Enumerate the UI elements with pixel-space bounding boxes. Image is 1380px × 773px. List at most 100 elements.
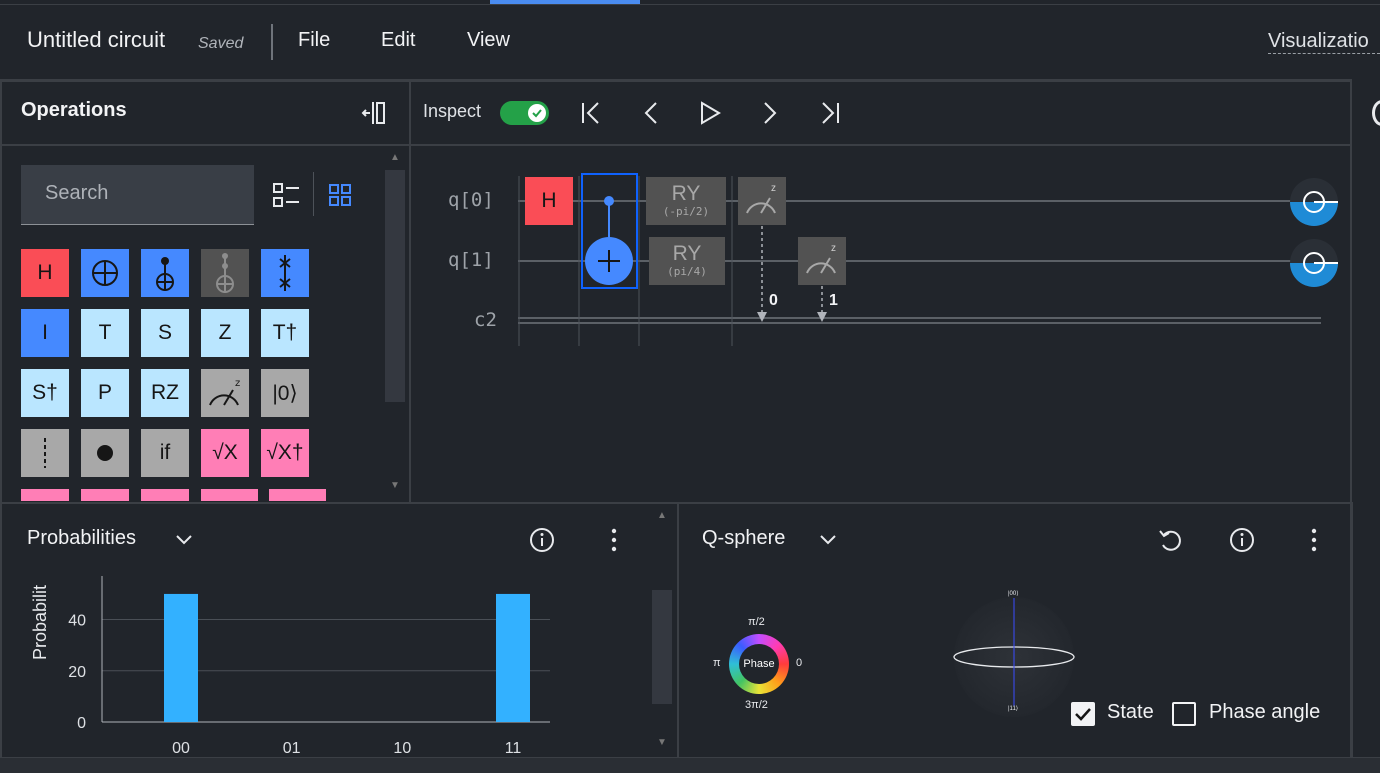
probabilities-dropdown-icon[interactable] <box>172 528 196 552</box>
state-checkbox-label[interactable]: State <box>1107 701 1154 724</box>
measure-bit-0: 0 <box>769 292 778 309</box>
gate-rz-label: RZ <box>151 381 179 404</box>
gate-if-label: if <box>159 441 171 464</box>
step-last-icon[interactable] <box>817 99 843 127</box>
menu-view[interactable]: View <box>467 29 510 52</box>
gate-p-label: P <box>97 381 112 404</box>
step-forward-icon[interactable] <box>757 99 783 127</box>
operations-scrollbar[interactable] <box>385 170 405 402</box>
gate-row5-4[interactable] <box>201 489 258 501</box>
gate-s[interactable]: S <box>141 309 189 357</box>
step-back-icon[interactable] <box>638 99 664 127</box>
phase-wheel: Phase <box>729 634 789 694</box>
phase-angle-checkbox[interactable] <box>1172 702 1196 726</box>
gate-sxdg-label: √X† <box>266 441 304 464</box>
probabilities-ylabel: Probabilit <box>30 584 50 660</box>
qsphere-visual[interactable] <box>950 590 1080 720</box>
gate-sdg[interactable]: S† <box>21 369 69 417</box>
circuit-measure-0[interactable] <box>738 177 786 225</box>
gate-cnot[interactable] <box>81 249 129 297</box>
title-divider <box>271 24 273 60</box>
qsphere-title[interactable]: Q-sphere <box>702 527 785 550</box>
scroll-up-icon[interactable]: ▲ <box>390 152 400 163</box>
info-icon[interactable] <box>1228 526 1256 554</box>
state-top-label: |00⟩ <box>1008 591 1019 597</box>
scroll-down-icon[interactable]: ▼ <box>390 480 400 491</box>
gate-if[interactable]: if <box>141 429 189 477</box>
circuit-cnot[interactable] <box>583 190 635 286</box>
cnot-target-icon <box>92 260 118 286</box>
menu-file[interactable]: File <box>298 29 330 52</box>
scroll-up-icon[interactable]: ▲ <box>657 510 667 521</box>
play-icon[interactable] <box>697 99 723 127</box>
gate-control[interactable] <box>81 429 129 477</box>
gate-tdg[interactable]: T† <box>261 309 309 357</box>
gate-rz[interactable]: RZ <box>141 369 189 417</box>
circuit-title[interactable]: Untitled circuit <box>27 27 165 53</box>
measure-1-basis: z <box>831 243 836 254</box>
search-input[interactable] <box>43 181 247 206</box>
probabilities-title[interactable]: Probabilities <box>27 527 136 550</box>
phase-angle-checkbox-label[interactable]: Phase angle <box>1209 701 1320 724</box>
gate-z[interactable]: Z <box>201 309 249 357</box>
gate-row5-2[interactable] <box>81 489 129 501</box>
info-icon[interactable] <box>528 526 556 554</box>
circuit-gate-ry-0[interactable]: RY (-pi/2) <box>646 177 726 225</box>
grid-view-icon[interactable] <box>324 180 356 210</box>
probabilities-scrollbar[interactable] <box>652 590 672 704</box>
view-toggle-divider <box>313 172 314 216</box>
list-view-icon[interactable] <box>268 180 304 210</box>
search-field[interactable] <box>21 165 254 225</box>
x-tick-label: 00 <box>172 740 190 757</box>
gate-p[interactable]: P <box>81 369 129 417</box>
phase-wheel-label: Phase <box>739 644 779 684</box>
gate-sdg-label: S† <box>32 381 58 404</box>
phase-left-label: π <box>713 657 721 669</box>
circuit-gate-ry-1[interactable]: RY (pi/4) <box>649 237 725 285</box>
gate-h[interactable]: H <box>21 249 69 297</box>
gate-toffoli[interactable] <box>201 249 249 297</box>
qubit-state-disc-1[interactable] <box>1289 238 1339 288</box>
phase-right-label: 0 <box>796 657 803 669</box>
x-tick-label: 01 <box>283 740 301 757</box>
qubit-state-disc-0[interactable] <box>1289 177 1339 227</box>
circuit-measure-1[interactable] <box>798 237 846 285</box>
step-first-icon[interactable] <box>578 99 604 127</box>
top-divider <box>0 4 1380 5</box>
barrier-icon <box>44 438 46 468</box>
gate-row5-5[interactable] <box>269 489 326 501</box>
gate-row5-1[interactable] <box>21 489 69 501</box>
ry-0-param: (-pi/2) <box>662 205 710 218</box>
gate-controlled[interactable] <box>141 249 189 297</box>
measure-icon <box>746 197 776 214</box>
reset-view-icon[interactable] <box>1156 526 1184 554</box>
gate-sxdg[interactable]: √X† <box>261 429 309 477</box>
gate-reset[interactable]: |0⟩ <box>261 369 309 417</box>
collapse-panel-icon[interactable] <box>360 100 388 126</box>
state-checkbox[interactable] <box>1071 702 1095 726</box>
gate-measure[interactable]: z <box>201 369 249 417</box>
gate-sx[interactable]: √X <box>201 429 249 477</box>
gate-i-label: I <box>42 321 48 344</box>
active-tab-indicator <box>490 0 640 4</box>
y-tick-label: 20 <box>68 664 86 681</box>
gate-h-label: H <box>37 261 53 284</box>
gate-swap[interactable] <box>261 249 309 297</box>
scroll-down-icon[interactable]: ▼ <box>657 737 667 748</box>
gate-s-label: S <box>157 321 172 344</box>
circuit-gate-h-label: H <box>541 189 557 212</box>
circuit-gate-h[interactable]: H <box>525 177 573 225</box>
measure-icon: z <box>209 378 240 406</box>
x-tick-label: 10 <box>393 740 411 757</box>
gate-row5-3[interactable] <box>141 489 189 501</box>
menu-edit[interactable]: Edit <box>381 29 415 52</box>
visualization-link[interactable]: Visualizatio <box>1268 30 1380 54</box>
gate-barrier[interactable] <box>21 429 69 477</box>
qsphere-dropdown-icon[interactable] <box>816 528 840 552</box>
check-icon <box>532 109 542 118</box>
overflow-menu-icon[interactable] <box>1302 526 1326 554</box>
gate-i[interactable]: I <box>21 309 69 357</box>
inspect-toggle[interactable] <box>500 101 549 125</box>
overflow-menu-icon[interactable] <box>602 526 626 554</box>
gate-t[interactable]: T <box>81 309 129 357</box>
